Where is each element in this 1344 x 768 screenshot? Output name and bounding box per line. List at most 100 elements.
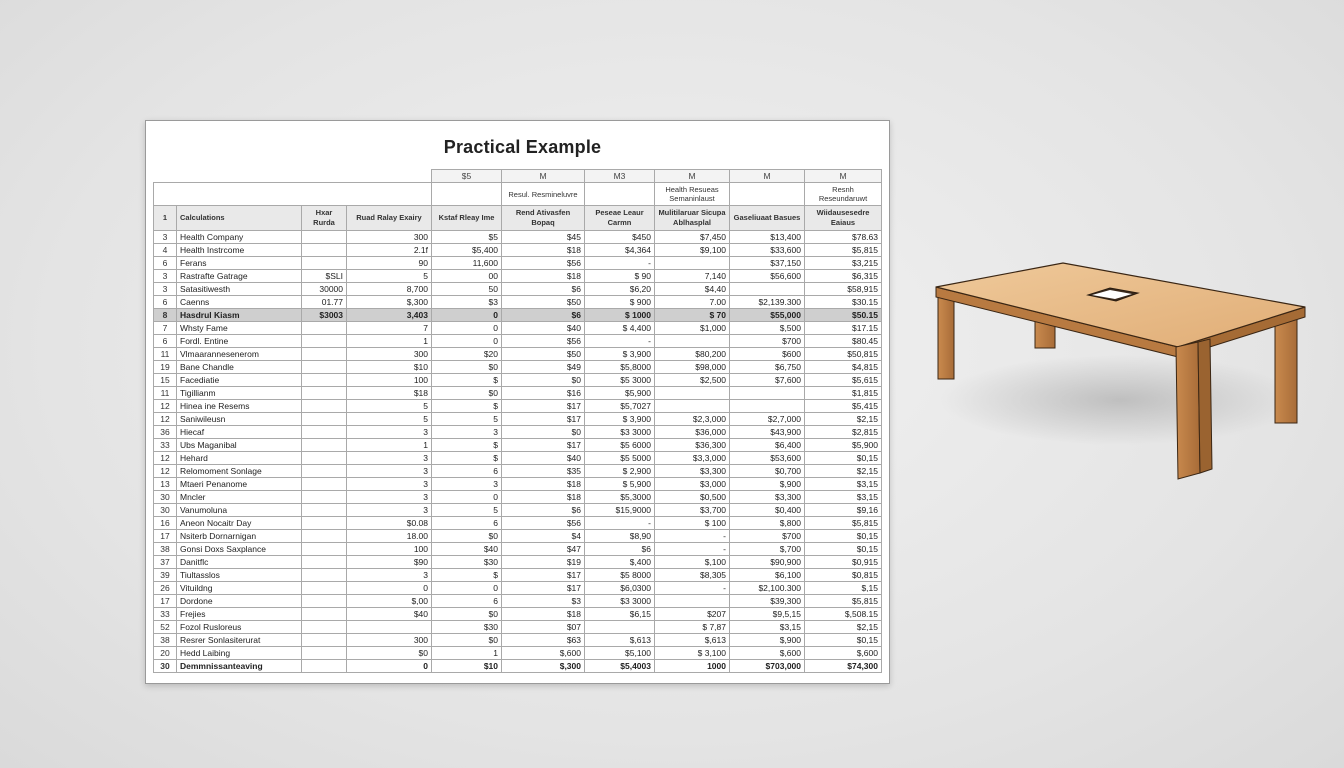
table-cell [301, 555, 347, 569]
table-cell: $17 [501, 568, 585, 582]
table-cell: $207 [654, 607, 730, 621]
table-row: 16 Aneon Nocaitr Day $0.08 6 $56- $ 100 $,800 $… [153, 516, 882, 530]
table-cell: $5,415 [804, 399, 882, 413]
row-number: 38 [153, 542, 177, 556]
table-cell: $18 [501, 269, 585, 283]
row-number: 8 [153, 308, 177, 322]
table-cell: $,600 [501, 646, 585, 660]
table-cell [654, 399, 730, 413]
row-number: 15 [153, 373, 177, 387]
row-number: 3 [153, 282, 177, 296]
row-label: Whsty Fame [176, 321, 302, 335]
row-number: 26 [153, 581, 177, 595]
table-cell [301, 373, 347, 387]
table-cell: $ [431, 373, 502, 387]
table-row: 6 Ferans 90 11,600 $56- $37,150 $3,215 [153, 256, 882, 270]
table-cell: $18 [501, 490, 585, 504]
table-cell: $0 [431, 607, 502, 621]
table-cell: 3 [346, 503, 432, 517]
table-row: 11 Tigillianm $18 $0 $16 $5,900 $1,815 [153, 386, 882, 400]
table-cell: 1 [346, 334, 432, 348]
table-cell: $56 [501, 256, 585, 270]
table-row: 33 Ubs Maganibal 1 $ $17 $5 6000 $36,300 $6,400… [153, 438, 882, 452]
table-cell: $56,600 [729, 269, 805, 283]
table-cell: $6,315 [804, 269, 882, 283]
table-cell: $2,139.300 [729, 295, 805, 309]
table-cell: $3,700 [654, 503, 730, 517]
table-cell [301, 334, 347, 348]
column-header: Mulitilaruar Sicupa Ablhasplal [654, 205, 730, 231]
table-cell: $39,300 [729, 594, 805, 608]
table-cell [301, 568, 347, 582]
row-label: Hiecaf [176, 425, 302, 439]
table-cell: $5,900 [584, 386, 655, 400]
row-number: 13 [153, 477, 177, 491]
table-row: 38 Gonsi Doxs Saxplance 100 $40 $47 $6- $,700 $… [153, 542, 882, 556]
row-number: 6 [153, 295, 177, 309]
table-cell: $ 7,87 [654, 620, 730, 634]
total-label: Demmnissanteaving [176, 659, 302, 673]
page-title: Practical Example [443, 137, 602, 157]
column-letter: M [804, 169, 882, 183]
table-cell: $3,15 [804, 490, 882, 504]
row-label: Rastrafte Gatrage [176, 269, 302, 283]
table-cell [301, 503, 347, 517]
table-cell [301, 386, 347, 400]
table-cell: 3 [346, 425, 432, 439]
table-cell: $2,15 [804, 412, 882, 426]
table-cell: $,508.15 [804, 607, 882, 621]
table-row: 19 Bane Chandle $10 $0 $49 $5,8000 $98,000 $6,7… [153, 360, 882, 374]
table-cell: $17.15 [804, 321, 882, 335]
table-cell [301, 620, 347, 634]
row-number: 30 [153, 503, 177, 517]
table-row: 6 Caenns 01.77 $,300 $3 $50 $ 900 7.00 $2,139.30… [153, 295, 882, 309]
table-cell: $5,400 [431, 243, 502, 257]
row-number: 3 [153, 230, 177, 244]
table-cell: $,500 [729, 321, 805, 335]
table-cell: $50 [501, 295, 585, 309]
table-cell: $80.45 [804, 334, 882, 348]
table-cell [301, 464, 347, 478]
table-cell: $3,000 [654, 477, 730, 491]
table-cell: $6,15 [584, 607, 655, 621]
column-subheader: Resnh Reseundaruwt [804, 182, 882, 206]
row-number: 17 [153, 594, 177, 608]
table-cell: $50,815 [804, 347, 882, 361]
row-label: Vituildng [176, 581, 302, 595]
table-cell: $ 5,900 [584, 477, 655, 491]
table-cell: $0,15 [804, 451, 882, 465]
table-row: 13 Mtaeri Penanome 3 3 $18 $ 5,900 $3,000 $,900… [153, 477, 882, 491]
row-label: Resrer Sonlasiterurat [176, 633, 302, 647]
table-row: 17 Nsiterb Dornarnigan 18.00 $0 $4 $8,90- $700… [153, 529, 882, 543]
row-number: 7 [153, 321, 177, 335]
wooden-table-illustration [935, 262, 1306, 480]
table-cell: $0 [501, 373, 585, 387]
table-cell: $17 [501, 399, 585, 413]
row-label: Vanumoluna [176, 503, 302, 517]
table-cell: $4,40 [654, 282, 730, 296]
row-label: Nsiterb Dornarnigan [176, 529, 302, 543]
table-cell: $700 [729, 529, 805, 543]
table-cell: $18 [501, 607, 585, 621]
table-cell: $3,300 [729, 490, 805, 504]
table-cell: $40 [431, 542, 502, 556]
table-cell [654, 594, 730, 608]
table-cell: $30 [431, 555, 502, 569]
table-cell: 6 [431, 464, 502, 478]
back-right-leg [1274, 314, 1298, 424]
table-row: 15 Facediatie 100 $ $0 $5 3000 $2,500 $7,600 $5,… [153, 373, 882, 387]
table-cell: $6,100 [729, 568, 805, 582]
row-number: 4 [153, 243, 177, 257]
table-cell: $ 1000 [584, 308, 655, 322]
table-cell: $18 [501, 243, 585, 257]
table-cell: 5 [346, 399, 432, 413]
table-cell: $,613 [654, 633, 730, 647]
table-cell: $53,600 [729, 451, 805, 465]
row-number: 19 [153, 360, 177, 374]
table-row: 37 Danitflc $90 $30 $19 $,400 $,100 $90,900 $0,9… [153, 555, 882, 569]
table-cell: $30 [431, 620, 502, 634]
table-cell: 300 [346, 633, 432, 647]
column-subheader-row: Resul. Resmineluvre Health Resueas Semani… [153, 182, 882, 206]
table-cell [301, 438, 347, 452]
table-cell: $3 [431, 295, 502, 309]
